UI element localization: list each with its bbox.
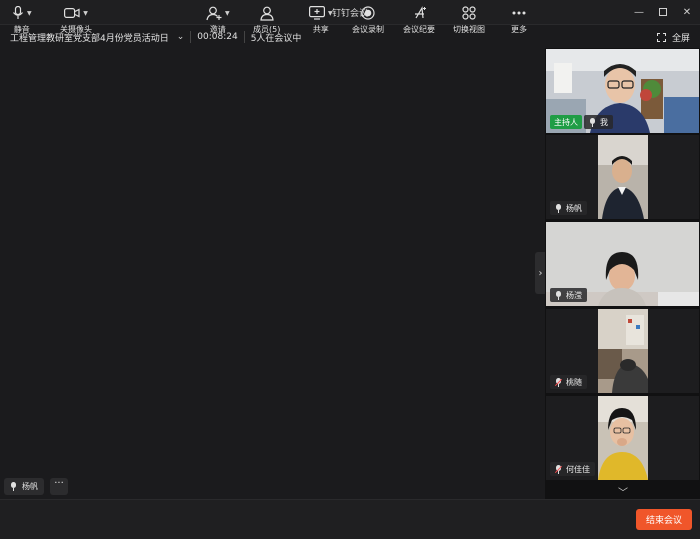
divider [243,31,245,43]
camera-label: 关摄像头 [60,25,92,34]
fullscreen-label: 全屏 [671,34,690,44]
host-badge: 主持人 [550,115,582,129]
participant-name: 何佳佳 [566,464,590,474]
caret-down-icon[interactable]: ▼ [225,10,230,17]
caret-down-icon[interactable]: ▼ [27,10,32,17]
participant-name-tag: 何佳佳 [550,462,595,476]
close-icon[interactable]: ✕ [678,4,696,20]
mute-label: 静音 [13,25,30,34]
participant-tile[interactable]: 桃随 [546,309,699,393]
maximize-icon[interactable] [654,4,672,20]
window-title: 钉钉会议 [331,9,368,19]
divider [190,31,192,43]
meeting-info-bar: 工程管理教研室党支部4月份党员活动日 ⌄ 00:08:24 5人在会议中 全屏 [0,26,700,48]
chevron-right-icon: › [538,267,543,279]
participant-name: 杨帆 [566,203,582,213]
share-label: 共享 [312,25,329,34]
participant-name-tag: 杨滢 [550,288,587,302]
members-label: 成员(5) [253,25,281,34]
meeting-toolbar [0,499,700,539]
microphone-icon [10,482,17,491]
switch-view-button[interactable]: 切换视图 [453,5,485,37]
video-camera-icon [64,8,80,19]
active-speaker-tag: 杨帆 [4,478,44,495]
grid-view-icon [462,6,476,20]
invite-button[interactable]: ▼ 邀请 [206,5,230,37]
record-button[interactable]: 会议录制 [352,5,384,37]
participant-video [597,309,648,393]
microphone-icon [589,117,596,127]
microphone-muted-icon [555,377,562,387]
microphone-muted-icon [555,464,562,474]
minutes-button[interactable]: 会议纪要 [403,5,435,37]
chevron-down-icon: ﹀ [618,488,628,499]
participant-video [597,135,648,219]
record-label: 会议录制 [352,25,384,34]
microphone-icon [555,290,562,300]
participant-name-tag: 杨帆 [550,201,587,215]
more-dots-icon [512,11,526,15]
end-meeting-button[interactable]: 结束会议 [636,509,692,530]
ai-minutes-icon [414,6,426,19]
participant-video [597,396,648,480]
screen-share-icon [309,6,325,20]
members-button[interactable]: 成员(5) [253,5,280,37]
scroll-down-button[interactable]: ﹀ [547,484,699,499]
mute-button[interactable]: ▼ 静音 [12,5,32,37]
switch-view-label: 切换视图 [453,25,485,34]
active-speaker-name: 杨帆 [22,482,38,491]
fullscreen-icon [656,33,666,42]
add-user-icon [206,6,222,20]
microphone-icon [555,203,562,213]
meeting-title-dropdown[interactable]: 工程管理教研室党支部4月份党员活动日 ⌄ [10,31,184,44]
participant-tile[interactable]: 主持人 我 [546,49,699,133]
minutes-label: 会议纪要 [403,25,435,34]
window-titlebar: 钉钉会议 — ✕ [0,0,700,25]
participant-tile[interactable]: 杨滢 [546,222,699,306]
caret-down-icon[interactable]: ▼ [83,10,88,17]
minimize-icon[interactable]: — [630,4,648,20]
main-video-stage: 杨帆 ··· [0,48,545,499]
more-label: 更多 [511,25,527,34]
participant-name: 桃随 [566,377,582,387]
participant-name: 我 [600,117,608,127]
share-button[interactable]: ▼ 共享 [309,5,333,37]
user-icon [260,6,274,21]
record-icon [361,6,375,20]
chevron-down-icon: ⌄ [176,32,185,42]
participant-name-tag: 桃随 [550,375,587,389]
fullscreen-button[interactable]: 全屏 [656,31,690,44]
camera-button[interactable]: ▼ 关摄像头 [60,5,92,37]
stage-more-button[interactable]: ··· [50,478,68,495]
participant-name: 杨滢 [566,290,582,300]
participant-panel: 主持人 我 杨帆 杨滢 桃随 何佳佳 [545,48,700,499]
participant-name-tag: 我 [584,115,613,129]
microphone-icon [13,6,23,19]
invite-label: 邀请 [209,25,226,34]
participant-tile[interactable]: 杨帆 [546,135,699,219]
participant-tile[interactable]: 何佳佳 [546,396,699,480]
caret-down-icon[interactable]: ▼ [328,10,333,17]
more-button[interactable]: 更多 [511,5,527,37]
